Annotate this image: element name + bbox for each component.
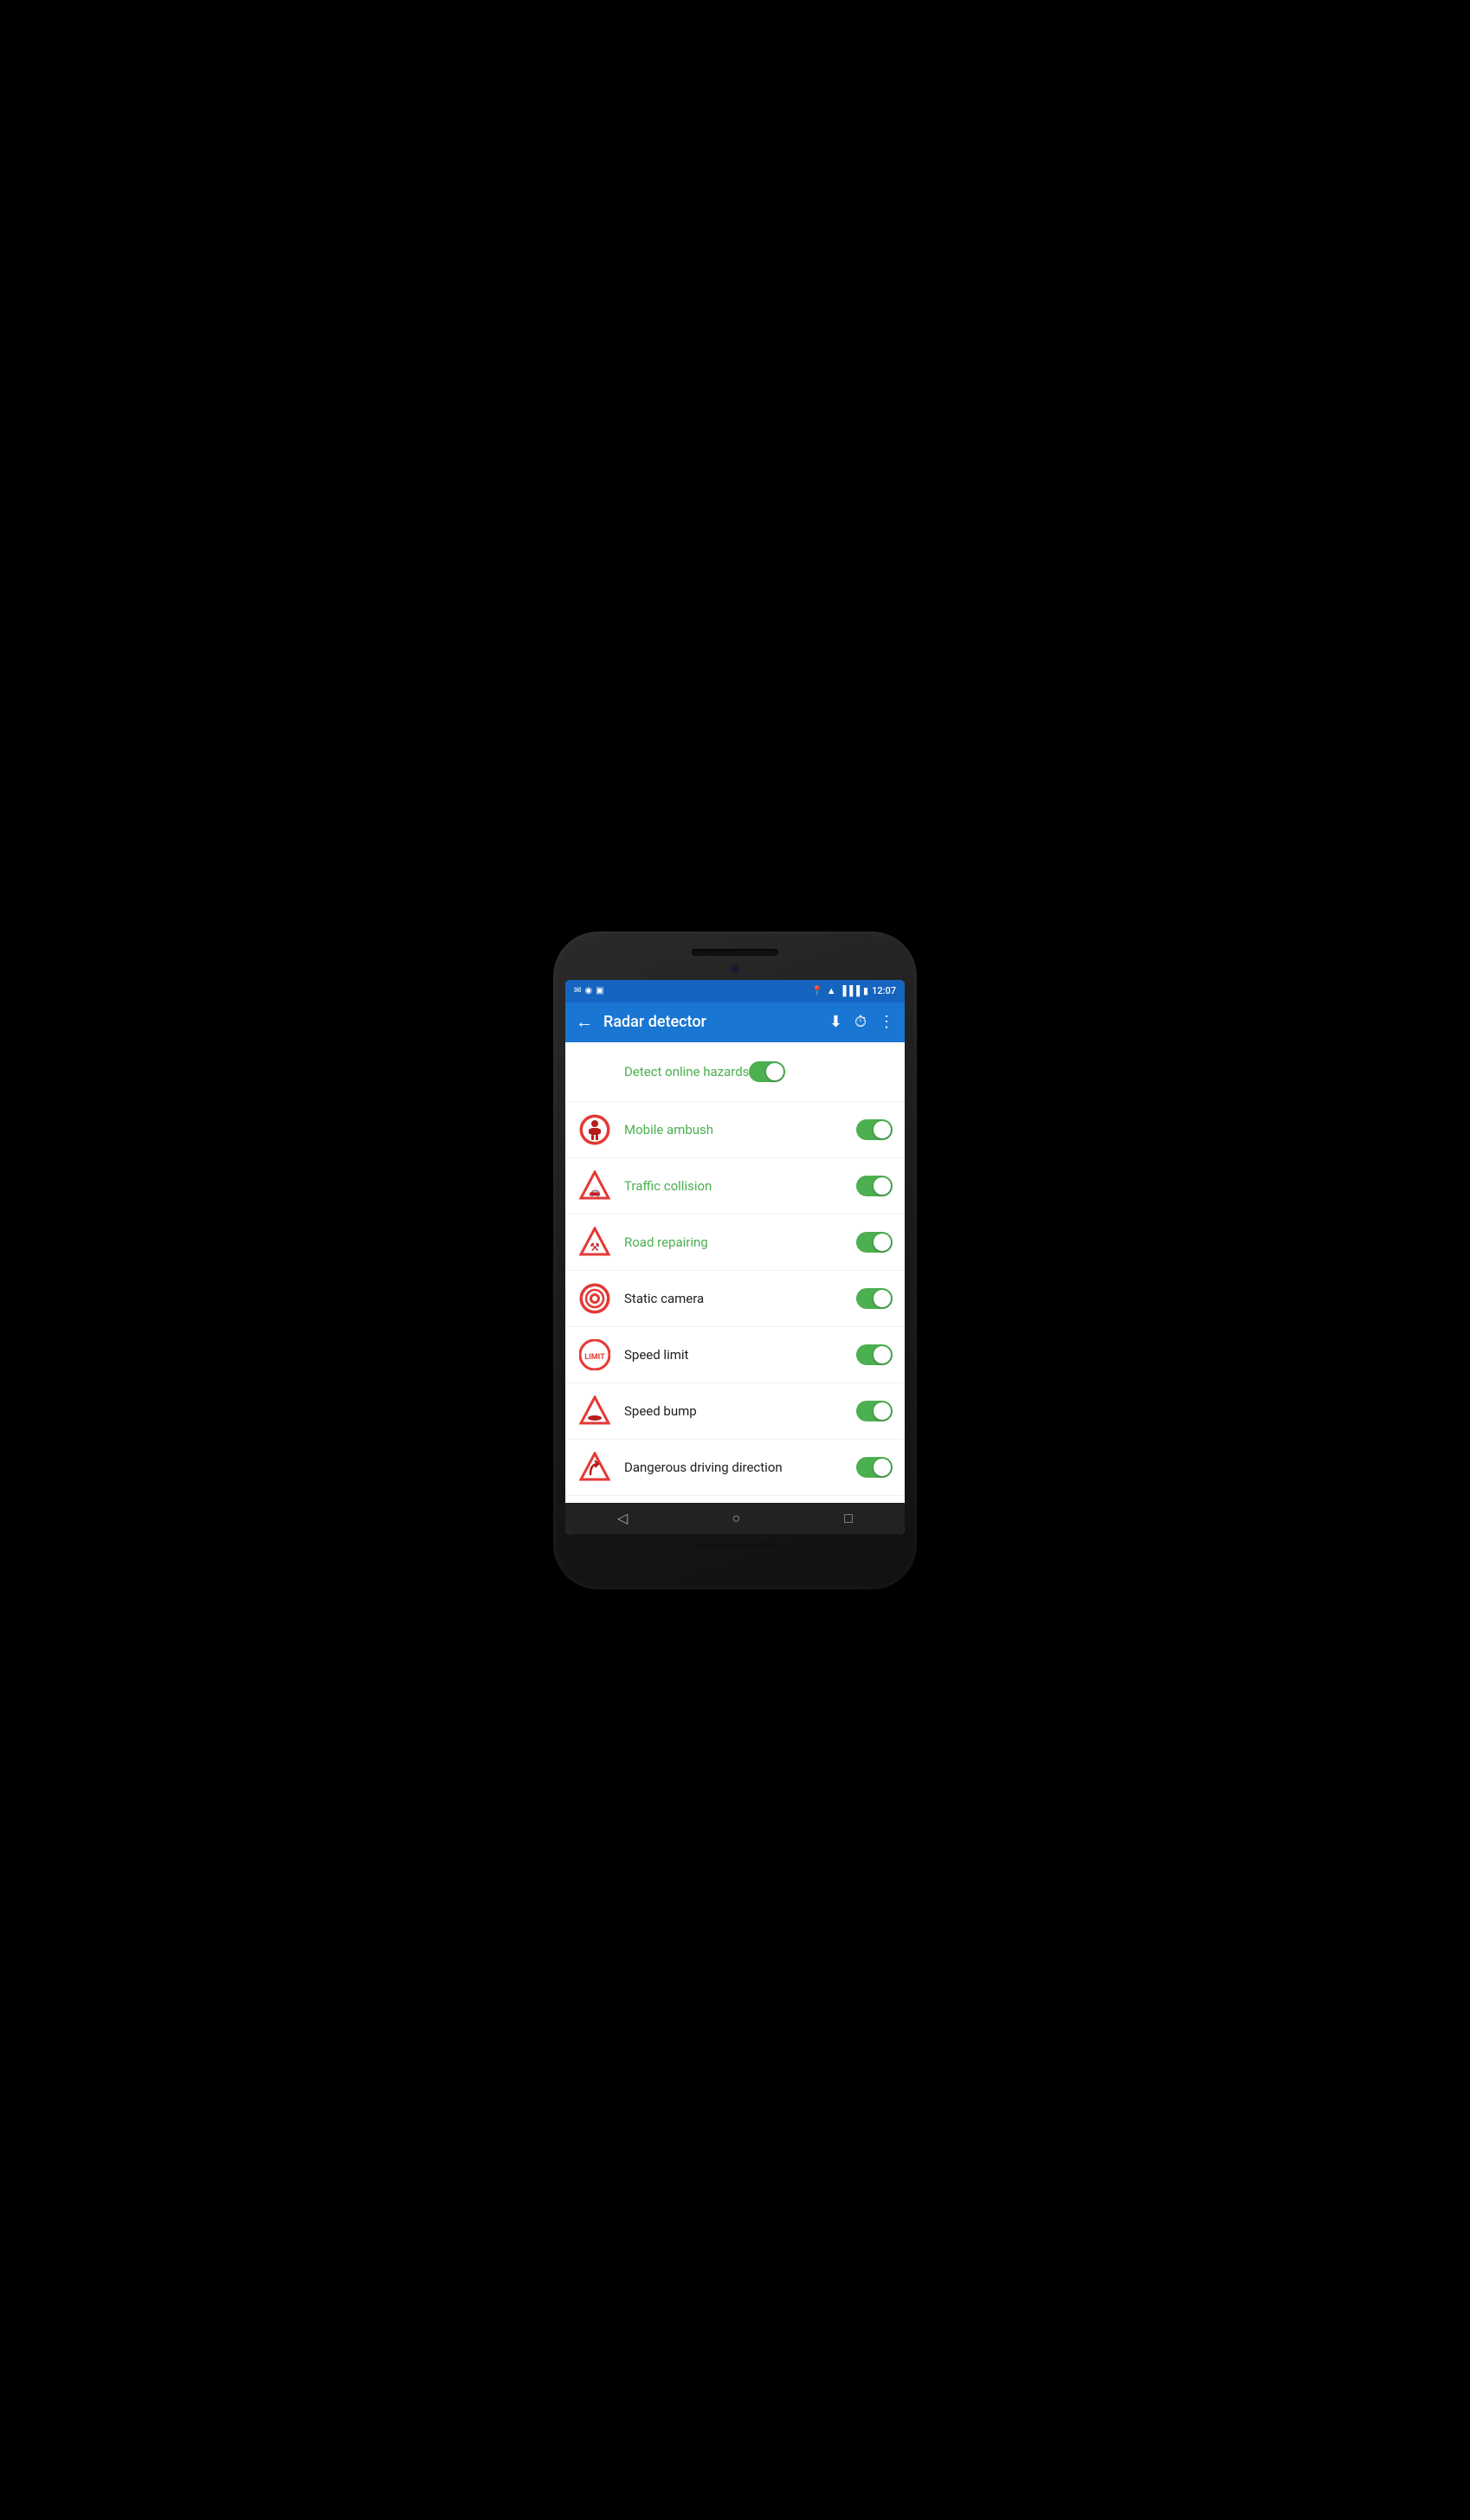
status-right: 📍 ▲ ▐▐▐ ▮ 12:07 [811, 985, 896, 996]
item-label-static-camera: Static camera [624, 1291, 856, 1306]
item-label-traffic-collision: Traffic collision [624, 1178, 856, 1194]
item-icon-dangerous-driving-direction [577, 1450, 612, 1485]
toggle-detect-online-hazards[interactable] [749, 1061, 785, 1082]
toggle-road-repairing[interactable] [856, 1232, 893, 1253]
phone-device: ✉ ◉ ▣ 📍 ▲ ▐▐▐ ▮ 12:07 ← Radar detector ⬇… [553, 931, 917, 1589]
sim-icon: ▣ [596, 986, 603, 996]
list-item: Speed bump [565, 1383, 905, 1440]
history-button[interactable]: ⏱ [854, 1013, 867, 1031]
status-left: ✉ ◉ ▣ [574, 986, 604, 996]
menu-button[interactable]: ⋮ [879, 1013, 894, 1031]
toggle-static-camera[interactable] [856, 1288, 893, 1309]
item-icon-speed-bump [577, 1394, 612, 1428]
item-icon-detect [577, 1054, 612, 1089]
phone-speaker [692, 949, 778, 956]
nav-back-button[interactable]: ◁ [617, 1510, 628, 1526]
item-label-speed-bump: Speed bump [624, 1403, 856, 1419]
wifi-icon: ▲ [827, 985, 836, 996]
toolbar: ← Radar detector ⬇ ⏱ ⋮ [565, 1002, 905, 1042]
list-item: Mobile ambush [565, 1102, 905, 1158]
list-item: LIMIT Speed limit [565, 1327, 905, 1383]
toggle-speed-limit[interactable] [856, 1344, 893, 1365]
item-label-dangerous-driving-direction: Dangerous driving direction [624, 1460, 856, 1475]
phone-camera [731, 964, 739, 973]
battery-icon: ▮ [863, 985, 868, 996]
status-time: 12:07 [872, 985, 896, 996]
nav-recent-button[interactable]: □ [844, 1510, 853, 1527]
list-item: Dangerous driving direction [565, 1440, 905, 1496]
item-icon-road-repairing: ⚒ [577, 1225, 612, 1260]
list-item: Static camera [565, 1271, 905, 1327]
settings-list: Detect online hazards [565, 1042, 905, 1503]
location-icon: 📍 [811, 985, 823, 996]
list-item: Detect online hazards [565, 1042, 905, 1102]
toolbar-actions: ⬇ ⏱ ⋮ [829, 1013, 894, 1031]
phone-bottom-speaker [692, 1543, 778, 1548]
signal-icon: ▐▐▐ [840, 985, 860, 996]
list-item: 🚗 Traffic collision [565, 1158, 905, 1215]
back-button[interactable]: ← [576, 1011, 593, 1033]
svg-text:🚗: 🚗 [589, 1186, 601, 1197]
status-bar: ✉ ◉ ▣ 📍 ▲ ▐▐▐ ▮ 12:07 [565, 980, 905, 1002]
nav-bar: ◁ ○ □ [565, 1503, 905, 1534]
svg-text:⚒: ⚒ [590, 1241, 600, 1254]
nav-home-button[interactable]: ○ [732, 1510, 740, 1527]
item-label-detect-online-hazards: Detect online hazards [624, 1064, 749, 1080]
download-button[interactable]: ⬇ [829, 1013, 842, 1031]
item-label-road-repairing: Road repairing [624, 1234, 856, 1250]
item-icon-static-camera [577, 1281, 612, 1316]
item-label-mobile-ambush: Mobile ambush [624, 1122, 856, 1138]
item-icon-speed-limit: LIMIT [577, 1337, 612, 1372]
phone-screen: ✉ ◉ ▣ 📍 ▲ ▐▐▐ ▮ 12:07 ← Radar detector ⬇… [565, 980, 905, 1534]
mail-icon: ✉ [574, 986, 581, 996]
item-label-speed-limit: Speed limit [624, 1347, 856, 1363]
toggle-mobile-ambush[interactable] [856, 1119, 893, 1140]
svg-text:LIMIT: LIMIT [584, 1353, 605, 1362]
list-item: ⚒ Road repairing [565, 1215, 905, 1271]
toolbar-title: Radar detector [603, 1013, 819, 1031]
item-icon-mobile-ambush [577, 1112, 612, 1147]
circle-icon: ◉ [584, 986, 592, 996]
list-item: Dangerous crossing [565, 1496, 905, 1503]
toggle-dangerous-driving-direction[interactable] [856, 1457, 893, 1478]
toggle-traffic-collision[interactable] [856, 1176, 893, 1196]
item-icon-traffic-collision: 🚗 [577, 1169, 612, 1203]
toggle-speed-bump[interactable] [856, 1401, 893, 1421]
